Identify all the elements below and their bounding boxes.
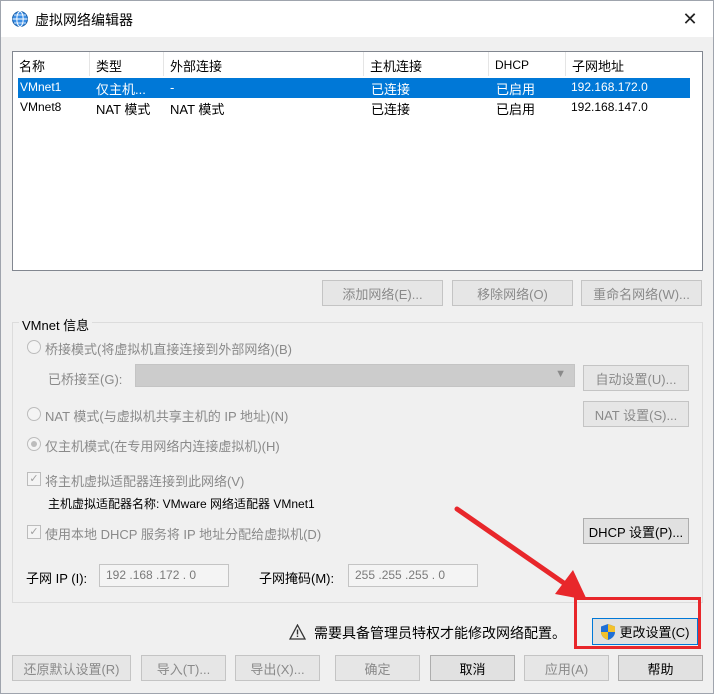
host-only-mode-radio[interactable] xyxy=(27,437,41,451)
help-button[interactable]: 帮助 xyxy=(618,655,703,681)
column-header-dhcp[interactable]: DHCP xyxy=(489,52,566,76)
cell-host: 已连接 xyxy=(371,82,411,97)
column-header-host[interactable]: 主机连接 xyxy=(364,52,489,76)
close-icon: ✕ xyxy=(682,8,698,29)
cell-dhcp: 已启用 xyxy=(496,82,536,97)
import-button[interactable]: 导入(T)... xyxy=(141,655,226,681)
cell-host: 已连接 xyxy=(371,102,411,117)
admin-notice-text: 需要具备管理员特权才能修改网络配置。 xyxy=(314,625,566,641)
bridge-mode-label: 桥接模式(将虚拟机直接连接到外部网络)(B) xyxy=(45,342,292,357)
host-only-mode-label: 仅主机模式(在专用网络内连接虚拟机)(H) xyxy=(45,439,280,454)
subnet-ip-field[interactable]: 192 .168 .172 . 0 xyxy=(99,564,229,587)
cell-type: NAT 模式 xyxy=(96,102,151,117)
dhcp-label: 使用本地 DHCP 服务将 IP 地址分配给虚拟机(D) xyxy=(45,527,322,542)
list-header: 名称 类型 外部连接 主机连接 DHCP 子网地址 xyxy=(13,52,702,76)
connect-adapter-label: 将主机虚拟适配器连接到此网络(V) xyxy=(45,474,245,489)
cell-subnet: 192.168.147.0 xyxy=(571,100,648,114)
network-globe-icon xyxy=(12,11,28,27)
virtual-network-editor-window: 虚拟网络编辑器 ✕ 名称 类型 外部连接 主机连接 DHCP 子网地址 VMne… xyxy=(0,0,714,694)
annotation-arrow-icon xyxy=(454,506,587,600)
cell-subnet: 192.168.172.0 xyxy=(571,80,648,94)
subnet-mask-label: 子网掩码(M): xyxy=(259,571,335,586)
remove-network-button[interactable]: 移除网络(O) xyxy=(452,280,573,306)
chevron-down-icon: ▼ xyxy=(555,368,566,380)
cell-external: - xyxy=(170,80,175,95)
add-network-button[interactable]: 添加网络(E)... xyxy=(322,280,443,306)
cell-external: NAT 模式 xyxy=(170,102,225,117)
export-button[interactable]: 导出(X)... xyxy=(235,655,320,681)
column-header-type[interactable]: 类型 xyxy=(90,52,164,76)
ok-button[interactable]: 确定 xyxy=(335,655,420,681)
window-title: 虚拟网络编辑器 xyxy=(35,12,133,28)
title-bar: 虚拟网络编辑器 ✕ xyxy=(1,1,713,37)
vmnet-info-label: VMnet 信息 xyxy=(19,315,93,334)
bridged-to-dropdown[interactable]: ▼ xyxy=(135,364,575,387)
column-header-external[interactable]: 外部连接 xyxy=(164,52,364,76)
cell-type: 仅主机... xyxy=(96,82,146,97)
nat-settings-button[interactable]: NAT 设置(S)... xyxy=(583,401,689,427)
warning-icon xyxy=(289,624,306,640)
nat-mode-radio[interactable] xyxy=(27,407,41,421)
auto-settings-button[interactable]: 自动设置(U)... xyxy=(583,365,689,391)
close-button[interactable]: ✕ xyxy=(667,1,713,37)
cancel-button[interactable]: 取消 xyxy=(430,655,515,681)
cell-name: VMnet1 xyxy=(20,80,62,94)
column-header-name[interactable]: 名称 xyxy=(13,52,90,76)
adapter-name-text: 主机虚拟适配器名称: VMware 网络适配器 VMnet1 xyxy=(48,497,315,511)
table-row[interactable]: VMnet1 仅主机... - 已连接 已启用 192.168.172.0 xyxy=(18,78,690,98)
apply-button[interactable]: 应用(A) xyxy=(524,655,609,681)
restore-defaults-button[interactable]: 还原默认设置(R) xyxy=(12,655,131,681)
cell-name: VMnet8 xyxy=(20,100,62,114)
table-row[interactable]: VMnet8 NAT 模式 NAT 模式 已连接 已启用 192.168.147… xyxy=(18,98,690,118)
network-list[interactable]: 名称 类型 外部连接 主机连接 DHCP 子网地址 VMnet1 仅主机... … xyxy=(12,51,703,271)
dhcp-checkbox[interactable]: ✓ xyxy=(27,525,41,539)
column-header-subnet[interactable]: 子网地址 xyxy=(566,52,703,76)
subnet-ip-label: 子网 IP (I): xyxy=(26,571,88,586)
bridged-to-label: 已桥接至(G): xyxy=(48,372,123,387)
cell-dhcp: 已启用 xyxy=(496,102,536,117)
connect-adapter-checkbox[interactable]: ✓ xyxy=(27,472,41,486)
rename-network-button[interactable]: 重命名网络(W)... xyxy=(581,280,702,306)
bridge-mode-radio[interactable] xyxy=(27,340,41,354)
nat-mode-label: NAT 模式(与虚拟机共享主机的 IP 地址)(N) xyxy=(45,409,289,424)
